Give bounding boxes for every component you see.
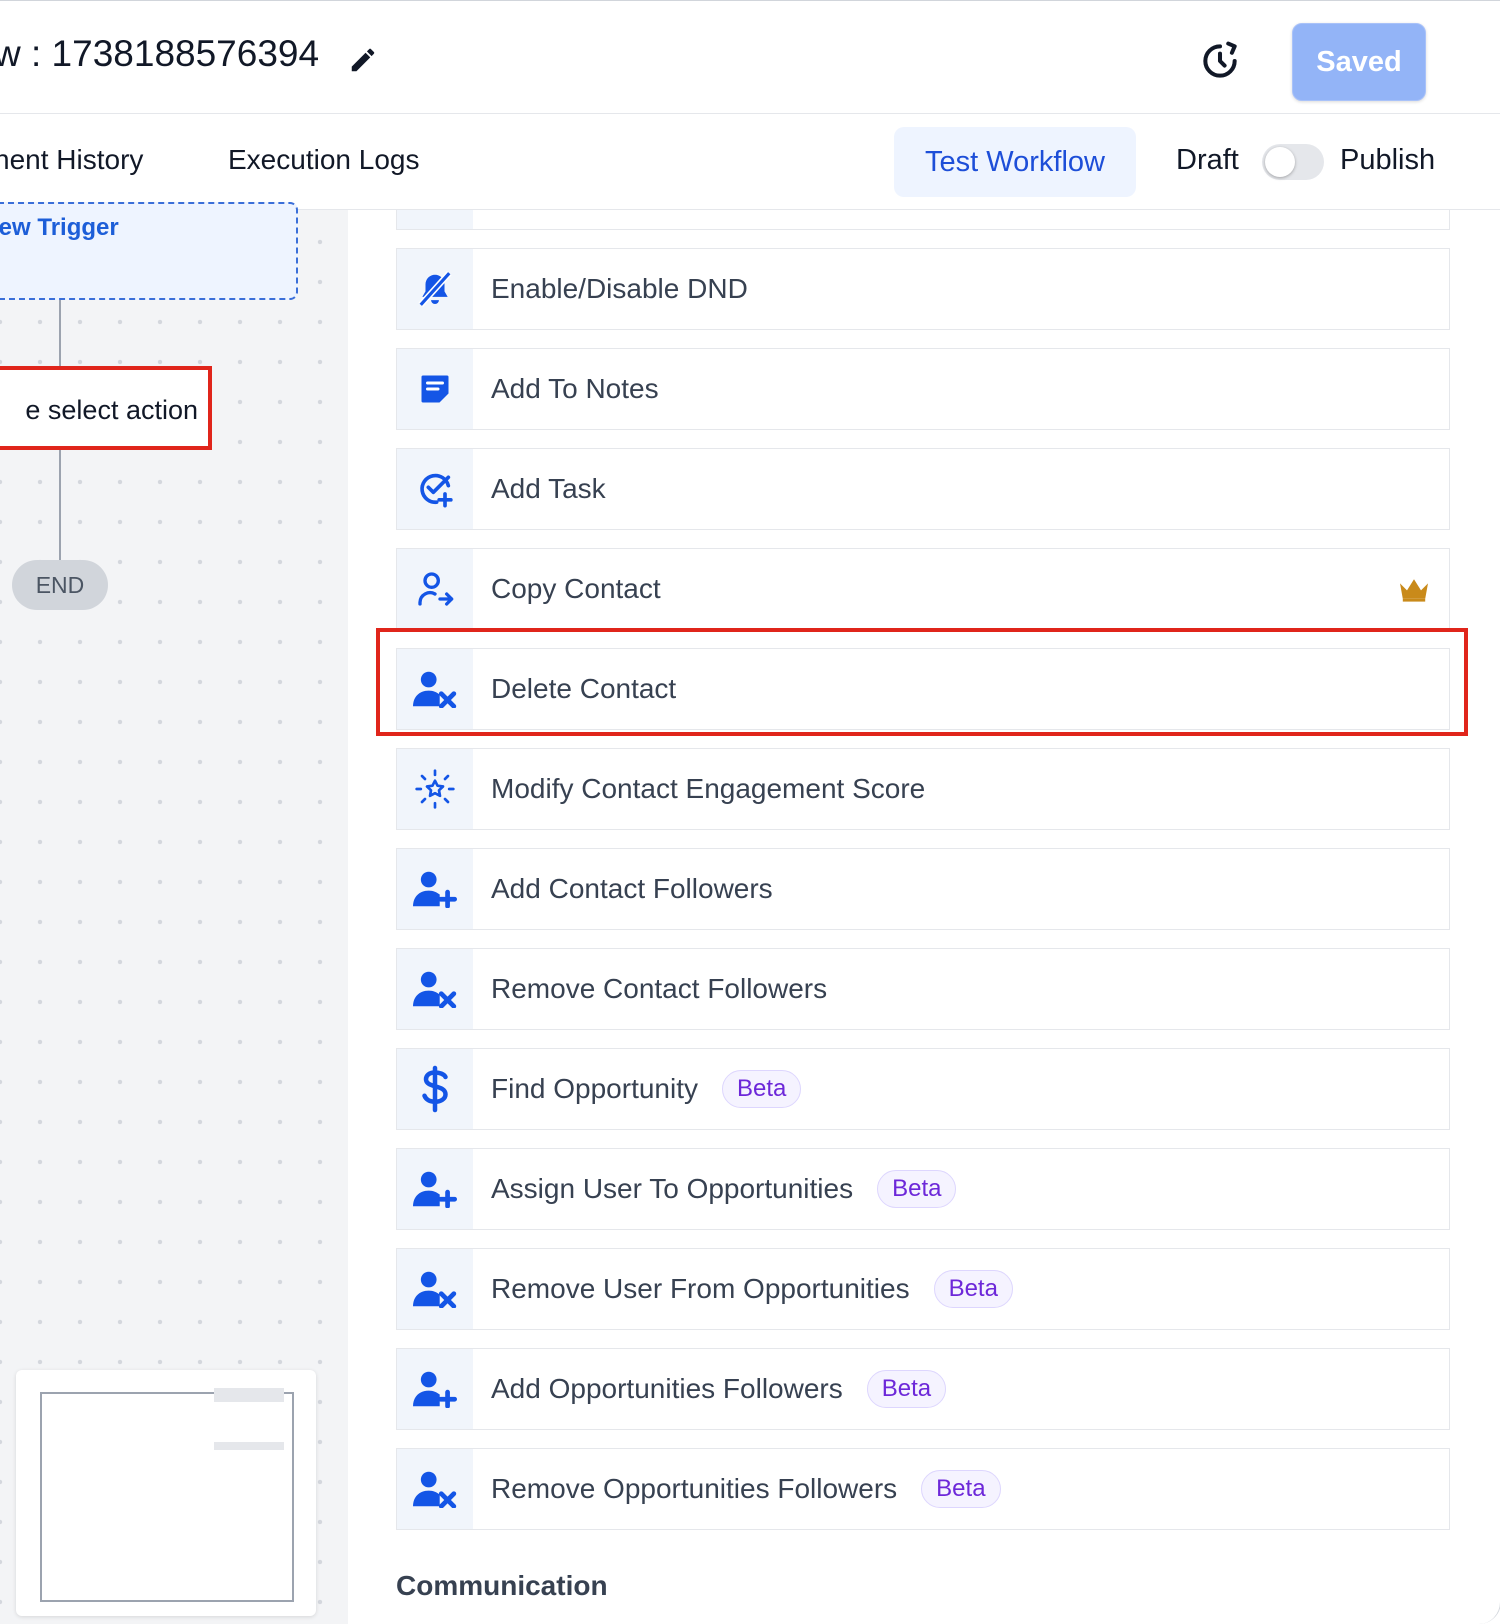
- canvas-minimap[interactable]: [16, 1370, 316, 1616]
- publish-toggle[interactable]: [1262, 144, 1324, 180]
- edit-title-icon[interactable]: [348, 45, 378, 75]
- workflow-canvas[interactable]: lew Trigger e select action END: [0, 202, 348, 1624]
- connector-line: [59, 450, 61, 560]
- action-icon-cell: [397, 210, 473, 229]
- workflow-title: w : 1738188576394: [0, 33, 320, 74]
- action-label: Add Contact Followers: [491, 873, 773, 904]
- action-item-modify-engagement-score[interactable]: Modify Contact Engagement Score: [396, 748, 1450, 830]
- user-plus-icon: [413, 1371, 457, 1408]
- action-item-remove-opportunities-followers[interactable]: Remove Opportunities Followers Beta: [396, 1448, 1450, 1530]
- user-x-icon: [413, 671, 457, 708]
- user-plus-icon: [413, 1171, 457, 1208]
- note-icon: [421, 375, 449, 403]
- workflow-header: w : 1738188576394 Saved: [0, 0, 1500, 114]
- action-item-find-opportunity[interactable]: Find Opportunity Beta: [396, 1048, 1450, 1130]
- action-item-add-to-notes[interactable]: Add To Notes: [396, 348, 1450, 430]
- action-label: Enable/Disable DND: [491, 273, 748, 304]
- action-label: Remove Contact Followers: [491, 973, 828, 1004]
- action-item-copy-contact[interactable]: Copy Contact: [396, 548, 1450, 630]
- action-label: Add Opportunities Followers: [491, 1373, 843, 1404]
- action-label: Add Task: [491, 473, 606, 504]
- section-title-communication: Communication: [396, 1570, 608, 1601]
- test-workflow-button[interactable]: Test Workflow: [894, 127, 1136, 197]
- end-node: END: [12, 560, 108, 610]
- task-check-icon: [420, 473, 453, 508]
- action-label: Assign User To Opportunities: [491, 1173, 854, 1204]
- bell-off-icon: [418, 271, 452, 307]
- beta-badge: Beta: [877, 1170, 957, 1208]
- select-action-node[interactable]: e select action: [0, 366, 212, 450]
- user-arrow-icon: [418, 572, 454, 606]
- sparkle-star-icon: [415, 769, 455, 809]
- action-item-enable-disable-dnd[interactable]: Enable/Disable DND: [396, 248, 1450, 330]
- action-picker-panel: Enable/Disable DND Add To Notes Add Task: [348, 210, 1500, 1624]
- action-label: Remove Opportunities Followers: [491, 1473, 898, 1504]
- action-item-add-task[interactable]: Add Task: [396, 448, 1450, 530]
- tab-enrollment-history[interactable]: nent History: [0, 144, 143, 176]
- beta-badge: Beta: [933, 1270, 1013, 1308]
- user-x-icon: [413, 971, 457, 1008]
- action-label: Remove User From Opportunities: [491, 1273, 910, 1304]
- minimap-viewport: [40, 1392, 294, 1602]
- user-x-icon: [413, 1271, 457, 1308]
- minimap-node: [214, 1442, 284, 1450]
- action-item-assign-user-to-opportunities[interactable]: Assign User To Opportunities Beta: [396, 1148, 1450, 1230]
- action-item-add-opportunities-followers[interactable]: Add Opportunities Followers Beta: [396, 1348, 1450, 1430]
- action-label: Modify Contact Engagement Score: [491, 773, 926, 804]
- saved-button[interactable]: Saved: [1292, 23, 1426, 101]
- beta-badge: Beta: [722, 1070, 802, 1108]
- draft-label: Draft: [1176, 144, 1239, 176]
- history-icon[interactable]: [1198, 39, 1242, 83]
- premium-crown-icon: [1400, 579, 1428, 602]
- toggle-knob: [1265, 147, 1295, 177]
- action-label: Delete Contact: [491, 673, 677, 704]
- user-x-icon: [413, 1471, 457, 1508]
- action-item-remove-contact-followers[interactable]: Remove Contact Followers: [396, 948, 1450, 1030]
- connector-line: [59, 300, 61, 366]
- action-item-partial[interactable]: [396, 210, 1450, 230]
- action-item-delete-contact[interactable]: Delete Contact: [396, 648, 1450, 730]
- dollar-icon: [422, 1065, 448, 1113]
- beta-badge: Beta: [866, 1370, 947, 1408]
- user-plus-icon: [413, 871, 457, 908]
- publish-label: Publish: [1340, 144, 1436, 176]
- trigger-node-label: lew Trigger: [0, 214, 119, 241]
- action-label: Copy Contact: [491, 573, 661, 604]
- action-label: Add To Notes: [491, 373, 659, 404]
- action-label: Find Opportunity: [491, 1073, 698, 1104]
- action-item-add-contact-followers[interactable]: Add Contact Followers: [396, 848, 1450, 930]
- beta-badge: Beta: [921, 1470, 1001, 1508]
- minimap-node: [214, 1388, 284, 1402]
- tab-execution-logs[interactable]: Execution Logs: [228, 144, 419, 176]
- add-trigger-node[interactable]: lew Trigger: [0, 202, 298, 300]
- select-action-label: e select action: [0, 382, 198, 438]
- action-item-remove-user-from-opportunities[interactable]: Remove User From Opportunities Beta: [396, 1248, 1450, 1330]
- workflow-subbar: nent History Execution Logs Test Workflo…: [0, 114, 1500, 210]
